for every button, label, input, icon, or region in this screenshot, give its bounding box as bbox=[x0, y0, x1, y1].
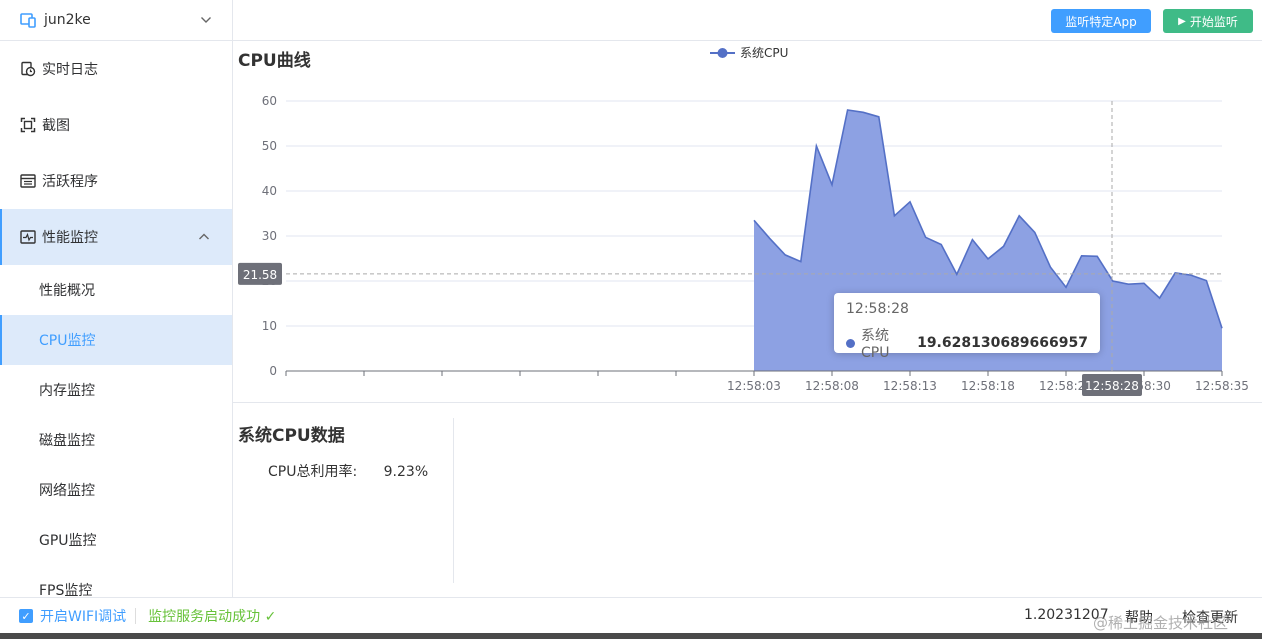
sidebar: jun2ke 实时日志 截图 活跃程序 性能监控 性能概况 CPU监控 内存监控… bbox=[0, 0, 233, 597]
sub-item-cpu[interactable]: CPU监控 bbox=[0, 315, 232, 365]
x-tick-label: 12:58:18 bbox=[961, 379, 1015, 393]
chevron-up-icon[interactable] bbox=[196, 229, 212, 245]
menu-label: 实时日志 bbox=[42, 62, 98, 78]
cpu-chart[interactable]: 010203040506012:58:0312:58:0812:58:1312:… bbox=[233, 41, 1262, 403]
play-icon: ▶ bbox=[1178, 15, 1186, 27]
sub-item-overview[interactable]: 性能概况 bbox=[0, 265, 232, 315]
chart-tooltip: 12:58:28 系统CPU 19.628130689666957 bbox=[834, 293, 1100, 361]
cpu-chart-panel: 010203040506012:58:0312:58:0812:58:1312:… bbox=[233, 41, 1262, 403]
service-status-label: 监控服务启动成功 bbox=[148, 609, 261, 625]
chevron-down-icon[interactable] bbox=[198, 12, 214, 28]
status-divider bbox=[135, 608, 137, 624]
tooltip-value: 19.628130689666957 bbox=[917, 335, 1088, 351]
x-tick-label: 12:58:03 bbox=[727, 379, 781, 393]
sub-item-disk[interactable]: 磁盘监控 bbox=[0, 415, 232, 465]
y-tick-label: 50 bbox=[262, 139, 277, 153]
device-name: jun2ke bbox=[44, 12, 91, 28]
menu-item-screenshot[interactable]: 截图 bbox=[0, 97, 232, 153]
menu-item-performance[interactable]: 性能监控 bbox=[0, 209, 232, 265]
menu-label: 截图 bbox=[42, 118, 70, 134]
service-status-text: 监控服务启动成功 ✓ bbox=[148, 606, 276, 626]
tooltip-series-name: 系统CPU bbox=[861, 328, 890, 361]
wifi-debug-checkbox[interactable]: ✓ bbox=[19, 609, 33, 623]
device-icon bbox=[20, 12, 36, 28]
y-tick-label: 10 bbox=[262, 319, 277, 333]
y-tick-label: 0 bbox=[269, 364, 277, 378]
tooltip-series-dot bbox=[846, 338, 855, 348]
device-selector[interactable]: jun2ke bbox=[0, 0, 232, 41]
cpu-data-panel: 系统CPU数据 CPU总利用率: 9.23% bbox=[233, 404, 1262, 597]
underlying-window-strip bbox=[0, 633, 1262, 639]
cpu-usage-label: CPU总利用率: bbox=[268, 464, 358, 480]
sub-item-memory[interactable]: 内存监控 bbox=[0, 365, 232, 415]
crosshair-y-label: 21.58 bbox=[243, 268, 277, 282]
y-tick-label: 40 bbox=[262, 184, 277, 198]
cpu-usage-value: 9.23% bbox=[383, 464, 429, 480]
menu-label: 性能监控 bbox=[42, 230, 98, 246]
crosshair-x-label: 12:58:28 bbox=[1085, 379, 1139, 393]
top-toolbar: 监听特定App ▶ 开始监听 bbox=[233, 0, 1262, 41]
menu-item-active-apps[interactable]: 活跃程序 bbox=[0, 153, 232, 209]
y-tick-label: 30 bbox=[262, 229, 277, 243]
sub-item-gpu[interactable]: GPU监控 bbox=[0, 515, 232, 565]
listen-app-button[interactable]: 监听特定App bbox=[1051, 9, 1151, 33]
tooltip-time: 12:58:28 bbox=[846, 301, 909, 317]
cpu-usage-row: CPU总利用率: 9.23% bbox=[268, 461, 428, 481]
log-clock-icon bbox=[20, 61, 36, 77]
performance-icon bbox=[20, 229, 36, 245]
app-list-icon bbox=[20, 173, 36, 189]
x-tick-label: 12:58:13 bbox=[883, 379, 937, 393]
chart-title: CPU曲线 bbox=[238, 51, 311, 71]
panel-divider bbox=[453, 418, 454, 583]
check-icon: ✓ bbox=[260, 609, 277, 625]
watermark: @稀土掘金技术社区 bbox=[1093, 614, 1229, 632]
sub-item-network[interactable]: 网络监控 bbox=[0, 465, 232, 515]
y-tick-label: 60 bbox=[262, 94, 277, 108]
start-monitor-button[interactable]: ▶ 开始监听 bbox=[1163, 9, 1253, 33]
x-tick-label: 12:58:35 bbox=[1195, 379, 1249, 393]
legend-marker bbox=[717, 48, 728, 58]
screenshot-icon bbox=[20, 117, 36, 133]
menu-label: 活跃程序 bbox=[42, 174, 98, 190]
wifi-debug-label[interactable]: 开启WIFI调试 bbox=[40, 606, 126, 626]
x-tick-label: 12:58:08 bbox=[805, 379, 859, 393]
menu-item-realtime-log[interactable]: 实时日志 bbox=[0, 41, 232, 97]
start-monitor-label: 开始监听 bbox=[1189, 14, 1238, 29]
sub-item-fps[interactable]: FPS监控 bbox=[0, 565, 232, 597]
data-panel-title: 系统CPU数据 bbox=[238, 426, 345, 446]
legend-label: 系统CPU bbox=[740, 46, 788, 60]
